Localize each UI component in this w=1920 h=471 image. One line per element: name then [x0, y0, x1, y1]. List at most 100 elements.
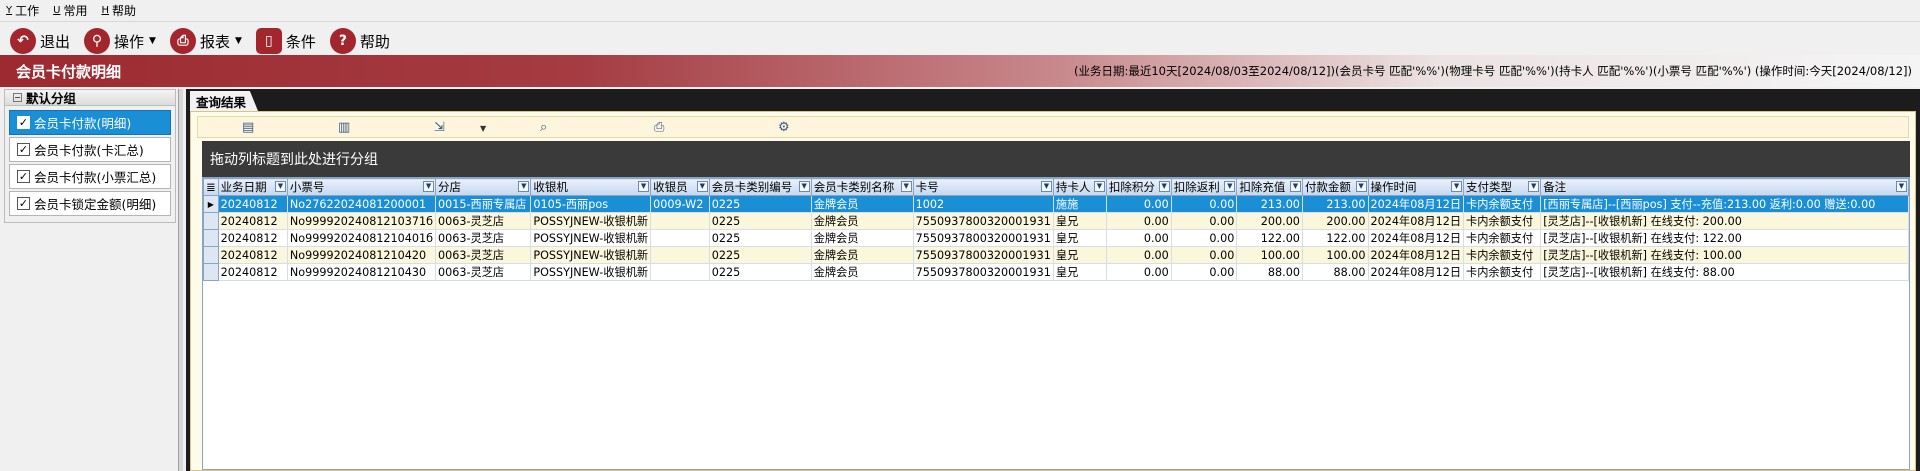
table-cell[interactable]: [西丽专属店]--[西丽pos] 支付--充值:213.00 返利:0.00 赠…: [1540, 195, 1909, 213]
table-cell[interactable]: 100.00: [1301, 246, 1369, 264]
checkbox-icon[interactable]: ✓: [17, 197, 30, 210]
exit-button[interactable]: ↶ 退出: [10, 28, 70, 54]
table-cell[interactable]: 卡内余额支付: [1463, 195, 1542, 213]
column-header[interactable]: 付款金额 ▼: [1301, 178, 1369, 196]
table-cell[interactable]: 88.00: [1236, 263, 1303, 281]
table-cell[interactable]: 20240812: [217, 246, 288, 264]
table-row[interactable]: 20240812 No99992024081210371б 0063-灵芝店 POSS…: [203, 212, 1909, 230]
table-cell[interactable]: POSSYJNEW-收银机新: [530, 246, 652, 264]
table-cell[interactable]: 0225: [708, 212, 812, 230]
table-cell[interactable]: 20240812: [217, 195, 288, 213]
table-cell[interactable]: 88.00: [1301, 263, 1369, 281]
table-cell[interactable]: 0.00: [1105, 263, 1172, 281]
table-row[interactable]: 20240812 No99992024081210401б 0063-灵芝店 POSS…: [203, 229, 1909, 247]
export-icon[interactable]: ⇲: [434, 120, 445, 135]
table-cell[interactable]: 0063-灵芝店: [435, 246, 532, 264]
column-header[interactable]: 扣除返利 ▼: [1170, 178, 1238, 196]
table-cell[interactable]: 100.00: [1236, 246, 1303, 264]
menu-work[interactable]: Y 工作: [6, 2, 39, 19]
filter-dropdown-icon[interactable]: ▼: [423, 181, 435, 192]
row-indicator[interactable]: [203, 212, 219, 230]
table-cell[interactable]: 200.00: [1236, 212, 1303, 230]
table-cell[interactable]: 皇兄: [1052, 229, 1107, 247]
table-cell[interactable]: 施施: [1052, 195, 1107, 213]
table-cell[interactable]: [灵芝店]--[收银机新] 在线支付: 122.00: [1540, 229, 1909, 247]
filter-dropdown-icon[interactable]: ▼: [900, 181, 912, 192]
table-cell[interactable]: 7550937800320001931: [912, 246, 1054, 264]
column-header[interactable]: 支付类型 ▼: [1463, 178, 1542, 196]
table-cell[interactable]: 卡内余额支付: [1463, 212, 1542, 230]
table-cell[interactable]: [650, 212, 710, 230]
table-cell[interactable]: 0105-西丽pos: [530, 195, 652, 213]
table-cell[interactable]: 卡内余额支付: [1463, 229, 1542, 247]
table-row[interactable]: 20240812 No99992024081210420 0063-灵芝店 POSSY…: [203, 246, 1909, 264]
column-header[interactable]: 备注 ▼: [1540, 178, 1909, 196]
columns-icon[interactable]: ▥: [338, 120, 350, 135]
table-cell[interactable]: [650, 229, 710, 247]
table-cell[interactable]: 1002: [912, 195, 1054, 213]
collapse-icon[interactable]: −: [13, 93, 22, 102]
table-cell[interactable]: 0.00: [1170, 229, 1238, 247]
settings-icon[interactable]: ⚙: [778, 120, 790, 135]
filter-dropdown-icon[interactable]: ▼: [1158, 181, 1170, 192]
filter-dropdown-icon[interactable]: ▼: [1528, 181, 1540, 192]
filter-dropdown-icon[interactable]: ▼: [1093, 181, 1105, 192]
filter-dropdown-icon[interactable]: ▼: [1040, 181, 1052, 192]
table-cell[interactable]: 122.00: [1236, 229, 1303, 247]
find-icon[interactable]: ⌕: [540, 120, 547, 135]
filter-dropdown-icon[interactable]: ▼: [696, 181, 708, 192]
table-cell[interactable]: 0225: [708, 195, 812, 213]
column-header[interactable]: 卡号 ▼: [912, 178, 1054, 196]
table-cell[interactable]: 2024年08月12日: [1367, 195, 1465, 213]
table-cell[interactable]: 皇兄: [1052, 212, 1107, 230]
column-header[interactable]: 操作时间 ▼: [1367, 178, 1465, 196]
layout-icon[interactable]: ▤: [242, 120, 254, 135]
table-cell[interactable]: 0.00: [1170, 212, 1238, 230]
table-cell[interactable]: 0225: [708, 263, 812, 281]
table-cell[interactable]: [灵芝店]--[收银机新] 在线支付: 200.00: [1540, 212, 1909, 230]
table-cell[interactable]: 20240812: [217, 212, 288, 230]
panel-splitter[interactable]: [178, 89, 183, 471]
filter-dropdown-icon[interactable]: ▼: [1355, 181, 1367, 192]
table-cell[interactable]: No27622024081200001: [286, 195, 437, 213]
table-cell[interactable]: 2024年08月12日: [1367, 212, 1465, 230]
column-header[interactable]: 分店 ▼: [435, 178, 532, 196]
table-cell[interactable]: No99992024081210430: [286, 263, 437, 281]
table-cell[interactable]: 金牌会员: [810, 229, 914, 247]
column-header[interactable]: 扣除积分 ▼: [1105, 178, 1172, 196]
group-by-area[interactable]: 拖动列标题到此处进行分组: [202, 141, 1910, 177]
table-cell[interactable]: [650, 246, 710, 264]
condition-button[interactable]: ▯ 条件: [255, 28, 316, 54]
column-header[interactable]: 持卡人 ▼: [1052, 178, 1107, 196]
filter-dropdown-icon[interactable]: ▼: [638, 181, 650, 192]
sidebar-item-locked-amount[interactable]: ✓ 会员卡锁定金额(明细): [9, 191, 171, 216]
table-cell[interactable]: POSSYJNEW-收银机新: [530, 263, 652, 281]
menu-help[interactable]: H 帮助: [101, 2, 136, 19]
table-cell[interactable]: No99992024081210371б: [286, 212, 437, 230]
table-cell[interactable]: 2024年08月12日: [1367, 246, 1465, 264]
sidebar-item-card-summary[interactable]: ✓ 会员卡付款(卡汇总): [9, 137, 171, 162]
table-cell[interactable]: 7550937800320001931: [912, 263, 1054, 281]
column-header[interactable]: 收银员 ▼: [650, 178, 710, 196]
table-cell[interactable]: [灵芝店]--[收银机新] 在线支付: 88.00: [1540, 263, 1909, 281]
table-cell[interactable]: 0.00: [1105, 212, 1172, 230]
table-cell[interactable]: 0063-灵芝店: [435, 263, 532, 281]
table-cell[interactable]: 0063-灵芝店: [435, 229, 532, 247]
menu-common[interactable]: U 常用: [53, 2, 87, 19]
table-cell[interactable]: 7550937800320001931: [912, 229, 1054, 247]
table-cell[interactable]: 0.00: [1105, 229, 1172, 247]
table-cell[interactable]: 0.00: [1105, 195, 1172, 213]
tab-query-results[interactable]: 查询结果: [190, 91, 259, 111]
checkbox-icon[interactable]: ✓: [17, 170, 30, 183]
filter-dropdown-icon[interactable]: ▼: [518, 181, 530, 192]
filter-dropdown-icon[interactable]: ▼: [798, 181, 810, 192]
current-row-indicator[interactable]: ▶: [203, 195, 219, 213]
table-cell[interactable]: 0.00: [1170, 246, 1238, 264]
operate-button[interactable]: ⚲ 操作 ▼: [84, 28, 156, 54]
table-cell[interactable]: 213.00: [1301, 195, 1369, 213]
table-cell[interactable]: 2024年08月12日: [1367, 229, 1465, 247]
checkbox-icon[interactable]: ✓: [17, 143, 30, 156]
column-header[interactable]: 小票号 ▼: [286, 178, 437, 196]
help-button[interactable]: ? 帮助: [329, 28, 390, 54]
table-cell[interactable]: 卡内余额支付: [1463, 246, 1542, 264]
